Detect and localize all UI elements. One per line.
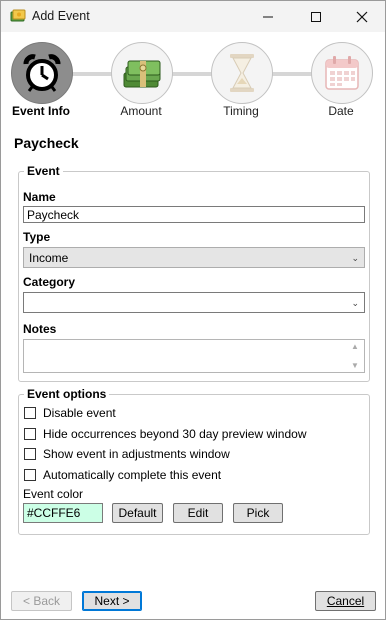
edit-color-button[interactable]: Edit [173, 503, 223, 523]
name-label: Name [23, 190, 56, 204]
step-amount[interactable] [111, 42, 173, 104]
close-icon [356, 11, 368, 22]
checkbox-label: Automatically complete this event [43, 468, 222, 482]
checkbox-label: Disable event [43, 406, 116, 420]
back-button[interactable]: < Back [11, 591, 72, 611]
step-connector [171, 72, 213, 76]
cancel-button[interactable]: Cancel [315, 591, 376, 611]
add-event-window: Add Event Event Info Amount Timing Date … [0, 0, 386, 620]
category-select[interactable]: ⌄ [23, 292, 365, 313]
event-options-legend: Event options [27, 387, 107, 401]
checkbox-box[interactable] [24, 448, 36, 460]
step-label-date: Date [328, 104, 354, 118]
app-money-icon [10, 8, 26, 24]
chevron-down-icon: ⌄ [351, 253, 359, 263]
disable-event-checkbox[interactable]: Disable event [24, 405, 116, 421]
event-group-legend: Event [27, 164, 60, 178]
title-bar: Add Event [1, 1, 385, 32]
pick-color-button[interactable]: Pick [233, 503, 283, 523]
step-label-timing: Timing [223, 104, 259, 118]
calendar-icon [325, 56, 359, 90]
scroll-up-icon: ▲ [351, 342, 359, 351]
type-select[interactable]: Income ⌄ [23, 247, 365, 268]
maximize-button[interactable] [293, 1, 339, 32]
close-button[interactable] [339, 1, 385, 32]
step-connector [71, 72, 113, 76]
minimize-icon [263, 16, 273, 17]
page-title: Paycheck [14, 135, 79, 151]
next-button[interactable]: Next > [82, 591, 142, 611]
step-connector [271, 72, 313, 76]
checkbox-box[interactable] [24, 469, 36, 481]
type-select-value: Income [29, 251, 69, 265]
hourglass-icon [230, 54, 254, 92]
hide-occurrences-checkbox[interactable]: Hide occurrences beyond 30 day preview w… [24, 426, 306, 442]
scroll-down-icon: ▼ [351, 361, 359, 370]
notes-field[interactable]: ▲ ▼ [23, 339, 365, 373]
chevron-down-icon: ⌄ [351, 298, 359, 308]
window-title: Add Event [32, 9, 90, 23]
checkbox-label: Hide occurrences beyond 30 day preview w… [43, 427, 307, 441]
minimize-button[interactable] [245, 1, 291, 32]
default-color-button[interactable]: Default [112, 503, 163, 523]
step-label-event-info: Event Info [11, 104, 70, 118]
cancel-label: Cancel [326, 594, 365, 608]
step-label-amount: Amount [120, 104, 162, 118]
checkbox-box[interactable] [24, 428, 36, 440]
notes-scrollbar[interactable]: ▲ ▼ [348, 341, 363, 371]
step-timing[interactable] [211, 42, 273, 104]
notes-label: Notes [23, 322, 57, 336]
step-event-info[interactable] [11, 42, 73, 104]
alarm-clock-icon [23, 54, 61, 92]
event-color-label: Event color [23, 487, 84, 501]
name-field[interactable]: Paycheck [23, 206, 365, 223]
show-in-adjustments-checkbox[interactable]: Show event in adjustments window [24, 446, 230, 462]
event-color-field[interactable]: #CCFFE6 [23, 503, 103, 523]
step-date[interactable] [311, 42, 373, 104]
checkbox-box[interactable] [24, 407, 36, 419]
category-label: Category [23, 275, 76, 289]
type-label: Type [23, 230, 51, 244]
money-stack-icon [123, 60, 161, 88]
maximize-icon [311, 11, 321, 22]
checkbox-label: Show event in adjustments window [43, 447, 230, 461]
auto-complete-checkbox[interactable]: Automatically complete this event [24, 467, 221, 483]
